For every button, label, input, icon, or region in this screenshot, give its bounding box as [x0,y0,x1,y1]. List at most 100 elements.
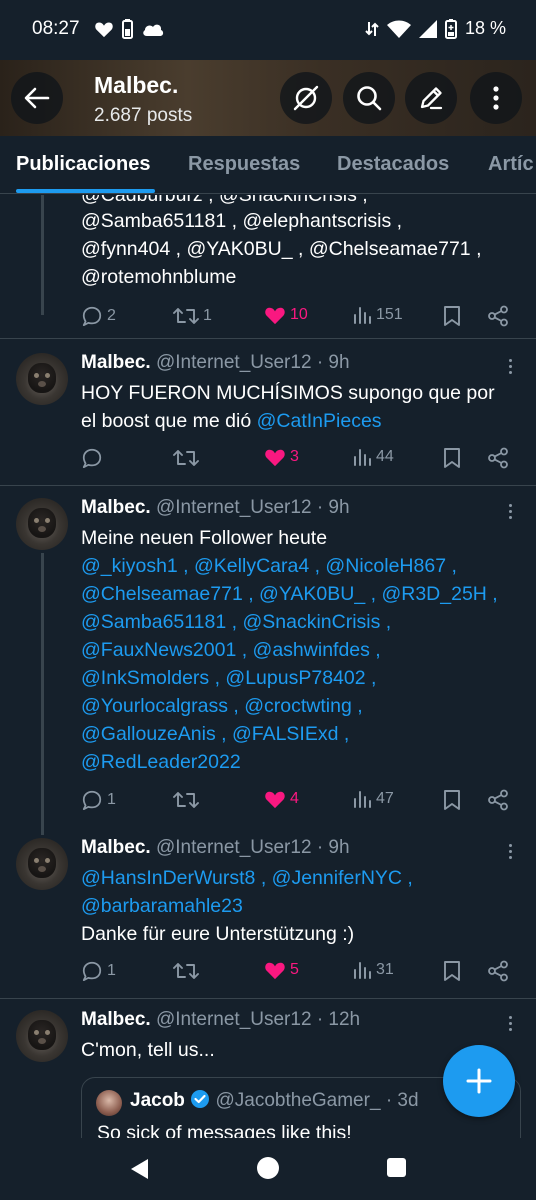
mention-line[interactable]: @FauxNews2001 , @ashwinfdes , [81,636,381,664]
mention-line[interactable]: @RedLeader2022 [81,748,241,776]
like-button[interactable]: 3 [264,447,299,467]
reply-icon [82,448,102,469]
views-icon [354,791,371,808]
bookmark-button[interactable] [443,305,461,327]
tweet-more-button[interactable] [500,1013,520,1033]
reply-button[interactable]: 1 [81,789,116,811]
tweet-text-line[interactable]: Danke für eure Unterstützung :) [81,920,354,948]
user-handle[interactable]: @Internet_User12 [156,352,312,373]
tweet-more-button[interactable] [500,356,520,376]
mention-line[interactable]: @InkSmolders , @LupusP78402 , [81,664,376,692]
mute-view-button[interactable] [280,72,332,124]
signal-icon [418,19,437,38]
mention-line[interactable]: @HansInDerWurst8 , @JenniferNYC , [81,864,413,892]
share-button[interactable] [487,305,509,327]
repost-icon [173,963,199,979]
views-count: 151 [376,306,403,323]
search-button[interactable] [343,72,395,124]
battery-icon [122,19,133,39]
avatar[interactable] [16,1010,68,1062]
avatar[interactable] [16,498,68,550]
views-icon [354,962,371,979]
tweet-text-line[interactable]: Meine neuen Follower heute [81,524,327,552]
views-icon [354,449,371,466]
mention-line[interactable]: @_kiyosh1 , @KellyCara4 , @NicoleH867 , [81,552,457,580]
user-name[interactable]: Malbec. [81,352,151,373]
tweet-user-line: Malbec. @Internet_User12 · 9h [81,497,350,519]
tweet-text-line[interactable]: C'mon, tell us... [81,1036,215,1064]
share-icon [488,305,508,327]
tweet-text-line[interactable]: @Samba651181 , @elephantscrisis , [81,207,402,235]
like-button[interactable]: 4 [264,789,299,809]
profile-tabs: Publicaciones Respuestas Destacados Artí… [0,136,536,194]
user-name[interactable]: Malbec. [81,837,151,858]
tweet-divider [0,338,536,339]
nav-home-button[interactable] [257,1157,279,1179]
views-count: 44 [376,448,394,465]
tweet-more-button[interactable] [500,501,520,521]
share-button[interactable] [487,789,509,811]
avatar[interactable] [16,353,68,405]
views-button[interactable]: 151 [352,305,403,325]
tweet-divider [0,998,536,999]
views-button[interactable]: 47 [352,789,394,809]
tab-respuestas[interactable]: Respuestas [188,153,300,176]
user-name[interactable]: Malbec. [81,497,151,518]
share-button[interactable] [487,960,509,982]
tweet-actions: 3 44 [81,447,511,471]
reply-icon [82,790,102,811]
bookmark-button[interactable] [443,960,461,982]
repost-button[interactable]: 1 [173,305,212,327]
quote-user-handle: @JacobtheGamer_ [215,1090,381,1111]
mention-line[interactable]: @Yourlocalgrass , @croctwting , [81,692,363,720]
nav-back-icon[interactable] [128,1157,150,1181]
mention-line[interactable]: @barbaramahle23 [81,892,243,920]
like-icon [265,962,285,980]
quote-user-name: Jacob [130,1090,185,1111]
mention-link[interactable]: @CatInPieces [257,410,382,432]
user-handle[interactable]: @Internet_User12 [156,497,312,518]
tweet-text-line[interactable]: HOY FUERON MUCHÍSIMOS supongo que por [81,379,495,407]
repost-button[interactable] [173,789,199,811]
mention-line[interactable]: @GallouzeAnis , @FALSIExd , [81,720,349,748]
like-button[interactable]: 10 [264,305,308,325]
tweet-more-button[interactable] [500,841,520,861]
share-button[interactable] [487,447,509,469]
tweet-time: · 12h [316,1009,361,1030]
tweet-text-line[interactable]: @fynn404 , @YAK0BU_ , @Chelseamae771 , [81,235,481,263]
more-options-button[interactable] [470,72,522,124]
reply-button[interactable] [81,447,103,469]
tweet-text-line[interactable]: el boost que me dió @CatInPieces [81,407,382,435]
views-button[interactable]: 31 [352,960,394,980]
reply-count: 2 [107,307,116,324]
user-handle[interactable]: @Internet_User12 [156,837,312,858]
views-button[interactable]: 44 [352,447,394,467]
repost-button[interactable] [173,960,199,982]
like-button[interactable]: 5 [264,960,299,980]
nav-recents-button[interactable] [387,1158,406,1177]
tweet-text-line[interactable]: @rotemohnblume [81,263,236,291]
repost-button[interactable] [173,447,199,469]
bookmark-button[interactable] [443,789,461,811]
edit-button[interactable] [405,72,457,124]
mention-line[interactable]: @Samba651181 , @SnackinCrisis , [81,608,391,636]
tab-destacados[interactable]: Destacados [337,153,449,176]
reply-count: 1 [107,962,116,979]
tab-publicaciones[interactable]: Publicaciones [16,153,151,176]
reply-button[interactable]: 2 [81,305,116,327]
reply-button[interactable]: 1 [81,960,116,982]
avatar[interactable] [16,838,68,890]
views-icon [354,307,371,324]
like-count: 10 [290,306,308,323]
user-handle[interactable]: @Internet_User12 [156,1009,312,1030]
tweet-user-line: Malbec. @Internet_User12 · 9h [81,352,350,374]
user-name[interactable]: Malbec. [81,1009,151,1030]
compose-fab-button[interactable] [443,1045,515,1117]
back-button[interactable] [11,72,63,124]
tab-articulos[interactable]: Artíc [488,153,534,176]
bookmark-icon [444,306,460,326]
text-fragment: el boost que me dió [81,410,257,432]
bookmark-button[interactable] [443,447,461,469]
mention-line[interactable]: @Chelseamae771 , @YAK0BU_ , @R3D_25H , [81,580,498,608]
profile-name: Malbec. [94,72,179,98]
